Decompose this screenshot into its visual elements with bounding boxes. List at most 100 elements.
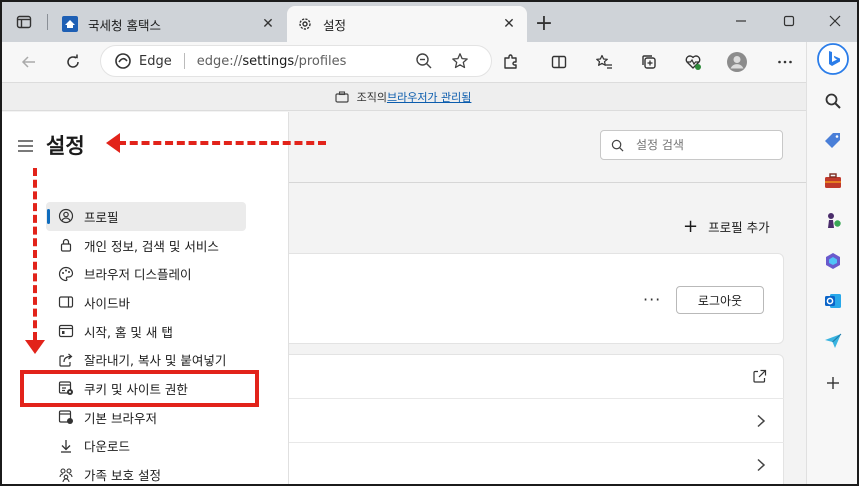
nav-item-default-browser[interactable]: 기본 브라우저 bbox=[46, 403, 246, 432]
profile-avatar-button[interactable] bbox=[722, 48, 752, 76]
share-icon bbox=[59, 353, 73, 367]
list-item[interactable] bbox=[289, 355, 784, 399]
settings-search-box[interactable] bbox=[600, 130, 783, 160]
nav-label: 개인 정보, 검색 및 서비스 bbox=[84, 238, 219, 254]
minimize-icon bbox=[736, 20, 746, 22]
profile-icon bbox=[58, 209, 74, 224]
home-tab-icon bbox=[58, 324, 74, 338]
minimize-button[interactable] bbox=[718, 6, 764, 36]
close-tab-icon[interactable]: ✕ bbox=[260, 16, 276, 32]
split-screen-button[interactable] bbox=[544, 48, 574, 76]
drop-button[interactable] bbox=[819, 327, 847, 355]
list-item[interactable] bbox=[289, 399, 784, 443]
shopping-button[interactable] bbox=[819, 127, 847, 155]
zoom-out-icon[interactable] bbox=[415, 52, 433, 70]
settings-more-button[interactable] bbox=[770, 48, 800, 76]
header-divider bbox=[289, 182, 806, 183]
settings-search-input[interactable] bbox=[636, 138, 766, 152]
managed-browser-link[interactable]: 브라우저가 관리됨 bbox=[387, 89, 471, 105]
extensions-button[interactable] bbox=[496, 48, 526, 76]
shopping-tag-icon bbox=[825, 133, 840, 148]
favorite-star-icon[interactable] bbox=[451, 52, 469, 70]
tab-hometax[interactable]: 국세청 홈택스 ✕ bbox=[52, 6, 286, 42]
gear-icon bbox=[299, 18, 311, 30]
more-options-icon[interactable]: ··· bbox=[643, 290, 661, 309]
m365-icon bbox=[826, 253, 840, 269]
plus-icon bbox=[827, 377, 839, 389]
profile-settings-list bbox=[289, 354, 784, 486]
address-brand: Edge bbox=[139, 53, 172, 69]
browser-icon bbox=[58, 410, 73, 425]
favorites-list-icon bbox=[596, 54, 612, 69]
nav-item-profiles[interactable]: 프로필 bbox=[46, 202, 246, 231]
palette-icon bbox=[58, 266, 74, 281]
nav-label: 가족 보호 설정 bbox=[84, 468, 161, 484]
managed-by-org-banner: 조직의 브라우저가 관리됨 bbox=[0, 82, 806, 111]
profile-card: ··· 로그아웃 bbox=[289, 253, 784, 344]
edge-logo-icon bbox=[115, 53, 131, 69]
maximize-icon bbox=[783, 15, 795, 27]
more-dots-icon bbox=[778, 60, 792, 64]
nav-label: 기본 브라우저 bbox=[84, 410, 157, 426]
annotation-arrow-horizontal bbox=[118, 141, 326, 145]
page-title: 설정 bbox=[46, 134, 85, 158]
logout-button[interactable]: 로그아웃 bbox=[676, 286, 764, 314]
search-sidebar-button[interactable] bbox=[819, 87, 847, 115]
settings-nav-panel: 설정 프로필 개인 정보, 검색 및 서비스 브라우저 디스플레이 사이드바 시… bbox=[0, 112, 289, 486]
search-icon bbox=[611, 139, 624, 151]
tab-settings[interactable]: 설정 ✕ bbox=[287, 6, 527, 42]
plus-icon: + bbox=[683, 216, 699, 237]
browser-toolbar: Edge edge://settings/profiles bbox=[0, 42, 806, 82]
edge-sidebar bbox=[806, 42, 859, 486]
back-button[interactable] bbox=[14, 48, 44, 76]
refresh-button[interactable] bbox=[58, 48, 88, 76]
banner-text: 조직의 bbox=[356, 90, 387, 104]
tab-separator bbox=[47, 14, 48, 30]
close-window-button[interactable] bbox=[812, 6, 858, 36]
add-sidebar-app-button[interactable] bbox=[819, 369, 847, 397]
microsoft365-button[interactable] bbox=[819, 247, 847, 275]
close-tab-icon[interactable]: ✕ bbox=[501, 16, 517, 32]
new-tab-button[interactable]: + bbox=[530, 12, 558, 40]
lock-icon bbox=[60, 238, 72, 252]
nav-item-family[interactable]: 가족 보호 설정 bbox=[46, 460, 246, 486]
tab-actions-button[interactable] bbox=[6, 8, 42, 36]
favorites-button[interactable] bbox=[589, 48, 619, 76]
nav-item-downloads[interactable]: 다운로드 bbox=[46, 432, 246, 461]
chess-piece-icon bbox=[828, 213, 841, 228]
nav-label: 다운로드 bbox=[84, 439, 131, 455]
tab-title: 국세청 홈택스 bbox=[88, 17, 161, 33]
external-link-icon bbox=[753, 369, 767, 383]
tab-strip: 국세청 홈택스 ✕ 설정 ✕ + bbox=[0, 0, 859, 42]
chevron-right-icon bbox=[757, 458, 766, 472]
annotation-arrowhead-down bbox=[25, 340, 45, 354]
nav-item-appearance[interactable]: 브라우저 디스플레이 bbox=[46, 259, 246, 288]
address-bar[interactable]: Edge edge://settings/profiles bbox=[100, 45, 492, 77]
close-icon bbox=[829, 15, 841, 27]
maximize-button[interactable] bbox=[766, 6, 812, 36]
bing-copilot-button[interactable] bbox=[816, 42, 850, 76]
annotation-arrow-vertical bbox=[33, 168, 37, 340]
refresh-icon bbox=[67, 54, 79, 68]
tools-button[interactable] bbox=[819, 167, 847, 195]
browser-essentials-button[interactable] bbox=[678, 48, 708, 76]
nav-item-privacy[interactable]: 개인 정보, 검색 및 서비스 bbox=[46, 231, 246, 260]
collections-button[interactable] bbox=[634, 48, 664, 76]
nav-label: 시작, 홈 및 새 탭 bbox=[84, 324, 173, 340]
add-profile-button[interactable]: + 프로필 추가 bbox=[683, 216, 770, 237]
outlook-icon bbox=[825, 294, 841, 308]
annotation-arrowhead-left bbox=[106, 133, 120, 153]
briefcase-icon bbox=[334, 90, 349, 103]
toolbox-icon bbox=[825, 173, 841, 188]
hamburger-menu-icon[interactable] bbox=[18, 140, 34, 152]
settings-nav: 프로필 개인 정보, 검색 및 서비스 브라우저 디스플레이 사이드바 시작, … bbox=[46, 202, 246, 486]
nav-item-sidebar[interactable]: 사이드바 bbox=[46, 288, 246, 317]
games-button[interactable] bbox=[819, 207, 847, 235]
outlook-button[interactable] bbox=[819, 287, 847, 315]
tab-actions-icon bbox=[16, 15, 32, 29]
nav-item-start-home[interactable]: 시작, 홈 및 새 탭 bbox=[46, 317, 246, 346]
list-item[interactable] bbox=[289, 443, 784, 486]
search-icon bbox=[825, 93, 841, 109]
download-icon bbox=[61, 439, 71, 453]
address-url: edge://settings/profiles bbox=[196, 53, 347, 69]
